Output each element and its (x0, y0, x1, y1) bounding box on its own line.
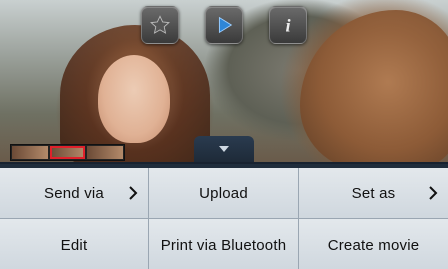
info-icon: i (285, 15, 291, 35)
menu-item-set-as[interactable]: Set as (299, 168, 448, 219)
photo-subject-face (98, 55, 170, 143)
filmstrip-thumb[interactable] (87, 146, 124, 159)
menu-item-label: Print via Bluetooth (160, 236, 287, 254)
filmstrip[interactable] (10, 144, 125, 161)
slideshow-button[interactable] (205, 6, 243, 44)
menu-item-label: Send via (44, 184, 104, 202)
menu-item-upload[interactable]: Upload (149, 168, 299, 219)
svg-text:i: i (285, 15, 291, 35)
menu-grid: Send via Upload Set as Edit Print via Bl… (0, 168, 448, 269)
menu-item-print-via-bluetooth[interactable]: Print via Bluetooth (149, 219, 299, 269)
filmstrip-thumb-selected[interactable] (49, 146, 86, 159)
menu-item-label: Create movie (327, 236, 420, 254)
menu-item-label: Edit (60, 236, 88, 254)
favorite-button[interactable] (141, 6, 179, 44)
menu-item-send-via[interactable]: Send via (0, 168, 149, 219)
chevron-right-icon (129, 186, 138, 200)
chevron-right-icon (429, 186, 438, 200)
context-menu: Send via Upload Set as Edit Print via Bl… (0, 162, 448, 269)
menu-item-label: Set as (351, 184, 396, 202)
star-icon (150, 15, 170, 34)
menu-item-edit[interactable]: Edit (0, 219, 149, 269)
filmstrip-thumb[interactable] (12, 146, 48, 159)
collapse-menu-handle[interactable] (194, 136, 254, 162)
menu-item-create-movie[interactable]: Create movie (299, 219, 448, 269)
play-icon (218, 16, 233, 34)
chevron-down-icon (219, 146, 229, 152)
details-button[interactable]: i (269, 6, 307, 44)
menu-item-label: Upload (199, 184, 248, 202)
